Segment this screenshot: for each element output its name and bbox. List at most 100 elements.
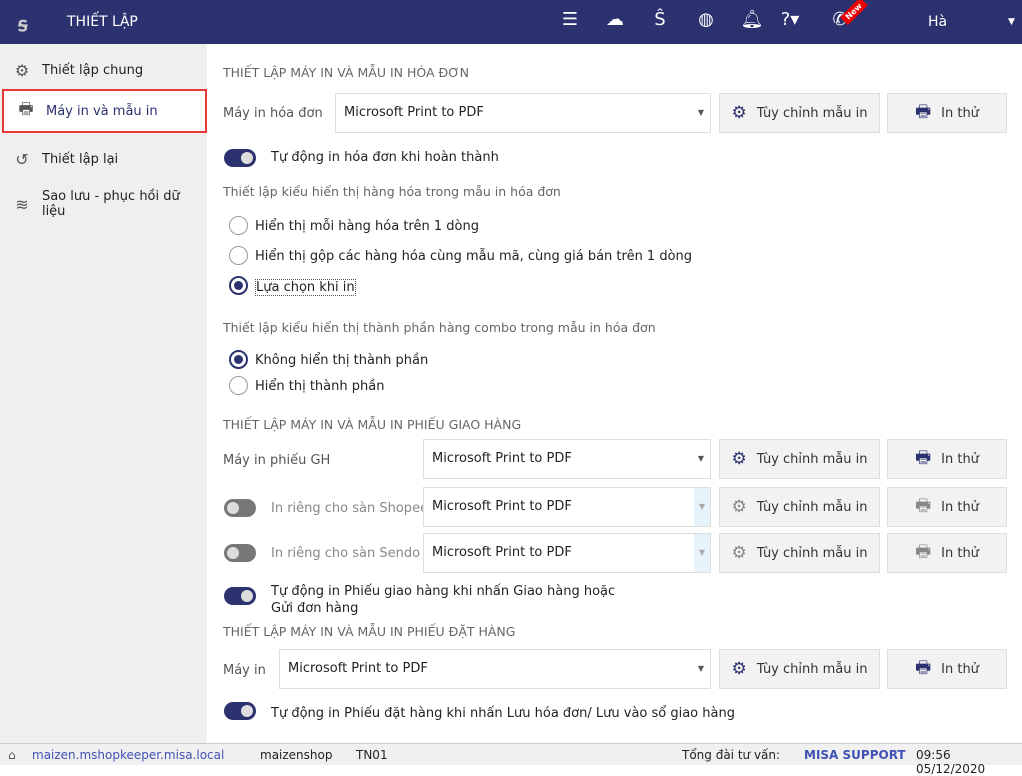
button-label: Tùy chỉnh mẫu in <box>756 105 868 121</box>
button-label: In thử <box>941 105 979 121</box>
page-title: THIẾT LẬP <box>67 14 138 30</box>
button-label: In thử <box>941 661 979 677</box>
display-option-radio[interactable] <box>229 246 248 265</box>
delivery-auto-print-toggle[interactable] <box>224 587 256 605</box>
delivery-auto-print-label: Tự động in Phiếu giao hàng khi nhấn Giao… <box>271 583 615 617</box>
shopee-customize-button[interactable]: ⚙ Tùy chỉnh mẫu in <box>719 487 880 527</box>
user-menu-caret-icon[interactable]: ▼ <box>1008 17 1015 27</box>
button-label: Tùy chỉnh mẫu in <box>756 545 868 561</box>
undo-icon: ↺ <box>15 149 29 169</box>
chevron-down-icon: ▼ <box>697 664 704 673</box>
order-section-title: THIẾT LẬP MÁY IN VÀ MẪU IN PHIẾU ĐẶT HÀN… <box>223 624 516 639</box>
gear-icon: ⚙ <box>14 60 30 80</box>
printer-icon: 🖶 <box>915 657 932 678</box>
gear-icon: ⚙ <box>731 543 747 563</box>
app-logo-icon: ꟊ <box>18 12 28 36</box>
chevron-down-icon: ▼ <box>694 488 710 526</box>
shopee-toggle[interactable] <box>224 499 256 517</box>
datetime: 09:56 05/12/2020 <box>916 748 986 776</box>
invoice-test-print-button[interactable]: 🖶 In thử <box>887 93 1007 133</box>
main-content: THIẾT LẬP MÁY IN VÀ MẪU IN HÓA ĐƠN Máy i… <box>207 44 1022 743</box>
combo-option-label: Không hiển thị thành phần <box>255 353 429 368</box>
sendo-test-print-button[interactable]: 🖶 In thử <box>887 533 1007 573</box>
label-line: Tự động in Phiếu giao hàng khi nhấn Giao… <box>271 584 616 599</box>
gear-icon: ⚙ <box>731 497 747 517</box>
display-option-label: Lựa chọn khi in <box>255 279 356 296</box>
sidebar-item-general[interactable]: ⚙ Thiết lập chung <box>0 48 207 92</box>
button-label: Tùy chỉnh mẫu in <box>756 661 868 677</box>
select-value: Microsoft Print to PDF <box>344 105 484 120</box>
sendo-printer-select[interactable]: Microsoft Print to PDF ▼ <box>423 533 711 573</box>
invoice-customize-button[interactable]: ⚙ Tùy chỉnh mẫu in <box>719 93 880 133</box>
sendo-customize-button[interactable]: ⚙ Tùy chỉnh mẫu in <box>719 533 880 573</box>
chevron-down-icon: ▼ <box>694 534 710 572</box>
display-option-label: Hiển thị mỗi hàng hóa trên 1 dòng <box>255 219 479 234</box>
database-icon: ≋ <box>15 194 29 214</box>
menu-icon[interactable]: ☰ <box>558 9 582 30</box>
globe-icon[interactable]: ◍ <box>694 9 718 30</box>
top-bar: ꟊ THIẾT LẬP ☰ ☁ Ŝ ◍ 🔔︎ ?▾ ✆ New Hà ▼ <box>0 0 1022 44</box>
combo-option-label: Hiển thị thành phần <box>255 379 385 394</box>
combo-option-radio[interactable] <box>229 376 248 395</box>
shop-name: maizenshop <box>260 748 333 762</box>
sidebar-item-label: Máy in và mẫu in <box>46 103 158 119</box>
order-printer-label: Máy in <box>223 663 266 678</box>
display-option-radio[interactable] <box>229 216 248 235</box>
select-value: Microsoft Print to PDF <box>432 451 572 466</box>
button-label: Tùy chỉnh mẫu in <box>756 499 868 515</box>
sidebar: ⚙ Thiết lập chung 🖶 Máy in và mẫu in ↺ Thiế… <box>0 44 207 743</box>
order-printer-select[interactable]: Microsoft Print to PDF ▼ <box>279 649 711 689</box>
select-value: Microsoft Print to PDF <box>288 661 428 676</box>
label-line: Gửi đơn hàng <box>271 601 359 616</box>
order-test-print-button[interactable]: 🖶 In thử <box>887 649 1007 689</box>
support-label: Tổng đài tư vấn: <box>682 748 781 762</box>
order-customize-button[interactable]: ⚙ Tùy chỉnh mẫu in <box>719 649 880 689</box>
server-url-link[interactable]: maizen.mshopkeeper.misa.local <box>32 748 224 762</box>
bell-icon[interactable]: 🔔︎ <box>740 9 764 30</box>
delivery-printer-select[interactable]: Microsoft Print to PDF ▼ <box>423 439 711 479</box>
sendo-label: In riêng cho sàn Sendo <box>271 546 421 561</box>
sidebar-item-label: Thiết lập lại <box>42 151 119 167</box>
sendo-toggle[interactable] <box>224 544 256 562</box>
combo-option-radio-selected[interactable] <box>229 350 248 369</box>
new-badge: New <box>840 0 868 26</box>
branch-code: TN01 <box>356 748 388 762</box>
invoice-auto-print-toggle[interactable] <box>224 149 256 167</box>
sidebar-item-reset[interactable]: ↺ Thiết lập lại <box>0 137 207 181</box>
chevron-down-icon: ▼ <box>697 454 704 463</box>
button-label: In thử <box>941 451 979 467</box>
home-icon: ⌂ <box>8 748 16 762</box>
printer-icon: 🖶 <box>915 101 932 122</box>
sidebar-item-backup[interactable]: ≋ Sao lưu - phục hồi dữ liệu <box>0 182 207 226</box>
order-auto-print-label: Tự động in Phiếu đặt hàng khi nhấn Lưu h… <box>271 706 735 721</box>
select-value: Microsoft Print to PDF <box>432 545 572 560</box>
combo-title: Thiết lập kiểu hiển thị thành phần hàng … <box>223 320 656 335</box>
sidebar-item-label: Thiết lập chung <box>42 62 144 78</box>
currency-icon[interactable]: Ŝ <box>648 9 672 30</box>
shopee-test-print-button[interactable]: 🖶 In thử <box>887 487 1007 527</box>
user-name[interactable]: Hà <box>928 14 947 30</box>
help-icon[interactable]: ?▾ <box>778 9 802 30</box>
sidebar-item-printers[interactable]: 🖶 Máy in và mẫu in <box>2 89 207 133</box>
display-option-radio-selected[interactable] <box>229 276 248 295</box>
cloud-sync-icon[interactable]: ☁ <box>603 9 627 30</box>
gear-icon: ⚙ <box>731 659 747 679</box>
invoice-section-title: THIẾT LẬP MÁY IN VÀ MẪU IN HÓA ĐƠN <box>223 65 469 80</box>
support-link[interactable]: MISA SUPPORT <box>804 748 906 762</box>
shopee-printer-select[interactable]: Microsoft Print to PDF ▼ <box>423 487 711 527</box>
delivery-test-print-button[interactable]: 🖶 In thử <box>887 439 1007 479</box>
invoice-printer-label: Máy in hóa đơn <box>223 106 323 121</box>
delivery-customize-button[interactable]: ⚙ Tùy chỉnh mẫu in <box>719 439 880 479</box>
order-auto-print-toggle[interactable] <box>224 702 256 720</box>
shopee-label: In riêng cho sàn Shopee <box>271 501 429 516</box>
sidebar-item-label: Sao lưu - phục hồi dữ liệu <box>41 189 180 219</box>
invoice-printer-select[interactable]: Microsoft Print to PDF ▼ <box>335 93 711 133</box>
button-label: In thử <box>941 545 979 561</box>
printer-icon: 🖶 <box>18 98 34 118</box>
display-option-label: Hiển thị gộp các hàng hóa cùng mẫu mã, c… <box>255 249 693 264</box>
invoice-auto-print-label: Tự động in hóa đơn khi hoàn thành <box>271 150 499 165</box>
gear-icon: ⚙ <box>731 449 747 469</box>
display-title: Thiết lập kiểu hiển thị hàng hóa trong m… <box>223 184 561 199</box>
status-bar: ⌂ maizen.mshopkeeper.misa.local maizensh… <box>0 743 1022 776</box>
chevron-down-icon: ▼ <box>697 108 704 117</box>
